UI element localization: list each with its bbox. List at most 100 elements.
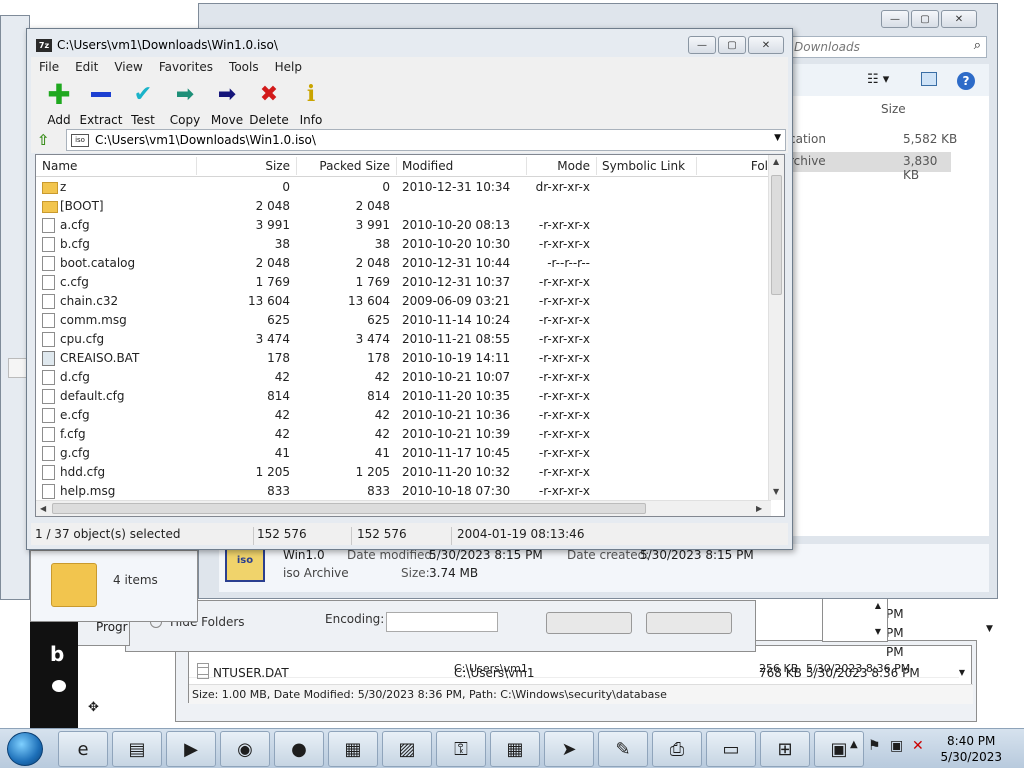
list-item[interactable]: cation 5,582 KB — [785, 132, 975, 150]
file-list[interactable]: Name Size Packed Size Modified Mode Symb… — [35, 154, 785, 517]
scroll-left-icon[interactable]: ◀ — [40, 504, 46, 513]
menu-edit[interactable]: Edit — [67, 60, 106, 74]
info-button[interactable]: i Info — [289, 81, 333, 127]
scroll-down-icon[interactable]: ▼ — [773, 487, 779, 496]
vertical-scroll-thumb[interactable] — [771, 175, 782, 295]
header-packed-size[interactable]: Packed Size — [296, 155, 390, 177]
preview-pane-icon[interactable] — [921, 72, 937, 86]
taskbar-photo-button[interactable]: ▨ — [382, 731, 432, 767]
taskbar-ie-button[interactable]: e — [58, 731, 108, 767]
delete-button[interactable]: ✖ Delete — [247, 81, 291, 128]
cell-name: default.cfg — [60, 389, 125, 403]
scroll-up-icon[interactable]: ▲ — [875, 601, 881, 610]
test-button[interactable]: ✔ Test — [121, 81, 165, 128]
explorer-icon: ▤ — [128, 738, 146, 760]
tray-expand-icon[interactable]: ▲ — [850, 739, 858, 750]
close-button[interactable]: ✕ — [941, 10, 977, 28]
status-selected: 1 / 37 object(s) selected — [35, 527, 181, 541]
search-icon[interactable]: ⌕ — [974, 38, 981, 53]
table-row[interactable]: CREAISO.BAT 178 178 2010-10-19 14:11 -r-xr-x… — [36, 349, 771, 368]
scroll-up-icon[interactable]: ▲ — [773, 157, 779, 166]
minimize-button[interactable]: — — [688, 36, 716, 54]
move-button[interactable]: ➡ Move — [205, 81, 249, 128]
volume-muted-icon[interactable]: ✕ — [912, 738, 924, 754]
address-input[interactable]: iso C:\Users\vm1\Downloads\Win1.0.iso\ ▼ — [66, 129, 786, 151]
table-row[interactable]: a.cfg 3 991 3 991 2010-10-20 08:13 -r-xr-xr-… — [36, 216, 771, 235]
menu-tools[interactable]: Tools — [221, 60, 267, 74]
close-button[interactable]: ✕ — [748, 36, 784, 54]
start-button[interactable] — [7, 732, 43, 766]
table-row[interactable]: g.cfg 41 41 2010-11-17 10:45 -r-xr-xr-x — [36, 444, 771, 463]
horizontal-scroll-thumb[interactable] — [52, 503, 646, 514]
table-row[interactable]: comm.msg 625 625 2010-11-14 10:24 -r-xr-xr-x — [36, 311, 771, 330]
table-row[interactable]: z 0 0 2010-12-31 10:34 dr-xr-xr-x — [36, 178, 771, 197]
taskbar-chrome-button[interactable]: ◉ — [220, 731, 270, 767]
table-row[interactable]: default.cfg 814 814 2010-11-20 10:35 -r-xr-x… — [36, 387, 771, 406]
menu-view[interactable]: View — [106, 60, 150, 74]
clock[interactable]: 8:40 PM 5/30/2023 — [940, 733, 1002, 765]
extract-button[interactable]: Extract — [79, 81, 123, 127]
taskbar-firefox-button[interactable]: ● — [274, 731, 324, 767]
scroll-right-icon[interactable]: ▶ — [756, 504, 762, 513]
maximize-button[interactable]: ▢ — [911, 10, 939, 28]
flag-icon[interactable]: ⚑ — [868, 738, 881, 754]
explorer-file-list: Size cation 5,582 KB rchive 3,830 KB — [785, 96, 989, 536]
search-box[interactable]: Downloads ⌕ — [791, 36, 987, 58]
taskbar-explorer-button[interactable]: ▤ — [112, 731, 162, 767]
header-modified[interactable]: Modified — [402, 155, 453, 177]
taskbar-windows-button[interactable]: ⊞ — [760, 731, 810, 767]
taskbar-keys-button[interactable]: ⚿ — [436, 731, 486, 767]
save-button[interactable] — [546, 612, 632, 634]
minimize-button[interactable]: — — [881, 10, 909, 28]
header-size[interactable]: Size — [196, 155, 290, 177]
size-column-header[interactable]: Size — [881, 102, 906, 116]
black-side-panel: b — [30, 622, 78, 728]
header-folders[interactable]: Fol — [696, 155, 768, 177]
help-icon[interactable]: ? — [957, 72, 975, 90]
taskbar-send-button[interactable]: ➤ — [544, 731, 594, 767]
header-name[interactable]: Name — [42, 155, 77, 177]
taskbar-notes-button[interactable]: ▦ — [328, 731, 378, 767]
encoding-select[interactable] — [386, 612, 498, 632]
dropdown-icon[interactable]: ▼ — [774, 133, 781, 143]
table-row[interactable]: hdd.cfg 1 205 1 205 2010-11-20 10:32 -r-xr-x… — [36, 463, 771, 482]
table-row[interactable]: f.cfg 42 42 2010-10-21 10:39 -r-xr-xr-x — [36, 425, 771, 444]
table-row[interactable]: d.cfg 42 42 2010-10-21 10:07 -r-xr-xr-x — [36, 368, 771, 387]
cell-mode: -r--r--r-- — [547, 256, 590, 270]
scroll-down-icon[interactable]: ▼ — [959, 668, 965, 677]
table-row[interactable]: e.cfg 42 42 2010-10-21 10:36 -r-xr-xr-x — [36, 406, 771, 425]
list-item-selected[interactable]: rchive 3,830 KB — [785, 152, 951, 182]
taskbar-calculator-button[interactable]: ▦ — [490, 731, 540, 767]
table-row[interactable]: c.cfg 1 769 1 769 2010-12-31 10:37 -r-xr-xr-… — [36, 273, 771, 292]
taskbar-paint-button[interactable]: ✎ — [598, 731, 648, 767]
menu-help[interactable]: Help — [267, 60, 310, 74]
chevron-down-icon[interactable]: ▼ — [986, 624, 993, 634]
up-folder-icon[interactable]: ⇧ — [37, 131, 55, 149]
copy-button[interactable]: ➡ Copy — [163, 81, 207, 128]
list-item[interactable]: NTUSER.DAT C:\Users\vm1 768 KB 5/30/2023… — [189, 664, 959, 682]
table-row[interactable]: chain.c32 13 604 13 604 2009-06-09 03:21 -r-… — [36, 292, 771, 311]
menu-file[interactable]: File — [31, 60, 67, 74]
table-row[interactable]: [BOOT] 2 048 2 048 — [36, 197, 771, 216]
taskbar-fax-button[interactable]: ⎙ — [652, 731, 702, 767]
views-icon[interactable]: ☷ ▾ — [867, 72, 889, 87]
table-row[interactable]: b.cfg 38 38 2010-10-20 10:30 -r-xr-xr-x — [36, 235, 771, 254]
taskbar-media-player-button[interactable]: ▶ — [166, 731, 216, 767]
horizontal-scrollbar[interactable]: ◀ ▶ — [36, 500, 771, 516]
table-row[interactable]: cpu.cfg 3 474 3 474 2010-11-21 08:55 -r-xr-x… — [36, 330, 771, 349]
header-mode[interactable]: Mode — [526, 155, 590, 177]
network-tray-icon[interactable]: ▣ — [890, 738, 903, 754]
add-button[interactable]: ✚ Add — [37, 78, 81, 128]
title-bar[interactable]: 7z C:\Users\vm1\Downloads\Win1.0.iso\ — … — [27, 29, 792, 57]
scroll-down-icon[interactable]: ▼ — [875, 627, 881, 636]
taskbar-document-button[interactable]: ▭ — [706, 731, 756, 767]
table-row[interactable]: boot.catalog 2 048 2 048 2010-12-31 10:44 -r… — [36, 254, 771, 273]
move-handle-icon[interactable]: ✥ — [88, 700, 99, 715]
maximize-button[interactable]: ▢ — [718, 36, 746, 54]
header-symbolic-link[interactable]: Symbolic Link — [602, 155, 685, 177]
menu-favorites[interactable]: Favorites — [151, 60, 221, 74]
table-row[interactable]: help.msg 833 833 2010-10-18 07:30 -r-xr-xr-x — [36, 482, 771, 501]
cancel-button[interactable] — [646, 612, 732, 634]
status-packed: 152 576 — [357, 527, 407, 541]
vertical-scrollbar[interactable]: ▲ ▼ — [768, 155, 784, 500]
